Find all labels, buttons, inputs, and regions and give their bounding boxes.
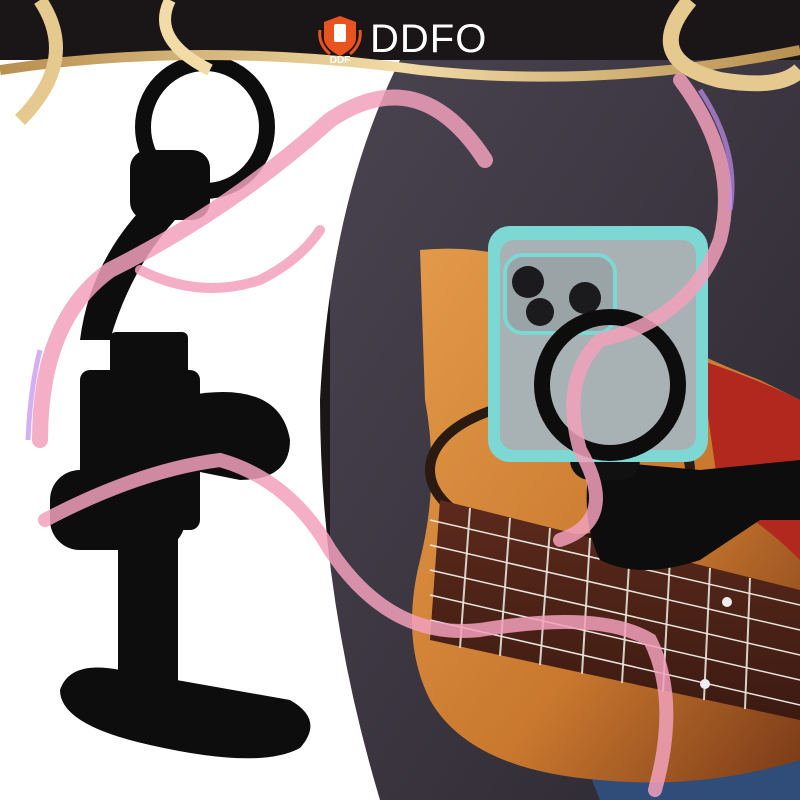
fret-marker bbox=[700, 679, 710, 689]
logo-text: DDF bbox=[330, 55, 351, 64]
clamp-rod bbox=[118, 520, 178, 690]
camera-lens bbox=[526, 298, 554, 326]
product-image: DDF DDFO bbox=[0, 0, 800, 800]
product-photo-scene bbox=[0, 0, 800, 800]
ddf-crest-logo-icon: DDF bbox=[318, 16, 362, 64]
camera-lens bbox=[569, 282, 601, 314]
brand-header: DDF DDFO bbox=[318, 14, 487, 64]
camera-lens bbox=[512, 266, 544, 298]
fret-marker bbox=[722, 597, 732, 607]
brand-name: DDFO bbox=[370, 17, 488, 61]
